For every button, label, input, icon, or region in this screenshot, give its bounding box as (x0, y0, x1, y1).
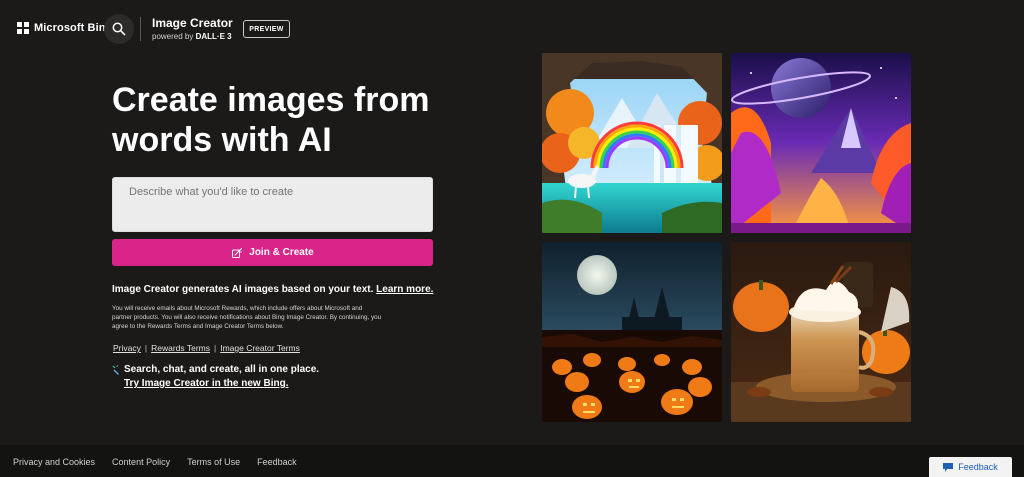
hero-title: Create images from words with AI (112, 81, 430, 159)
footer-feedback-link[interactable]: Feedback (257, 457, 297, 467)
feedback-chat-icon (943, 462, 954, 472)
gallery-image-alien-planet[interactable] (731, 53, 911, 233)
footer-content-policy-link[interactable]: Content Policy (112, 457, 170, 467)
magic-create-icon (232, 247, 243, 258)
join-create-button[interactable]: Join & Create (112, 239, 433, 266)
search-icon (112, 22, 126, 36)
header-divider (140, 17, 141, 41)
try-new-bing-link[interactable]: Try Image Creator in the new Bing. (124, 378, 288, 389)
footer-links: Privacy and Cookies Content Policy Terms… (13, 457, 297, 467)
page-footer: Privacy and Cookies Content Policy Terms… (0, 445, 1024, 477)
fine-print: You will receive emails about Microsoft … (112, 305, 382, 330)
powered-by-label: powered by DALL·E 3 (152, 32, 232, 41)
rewards-terms-link[interactable]: Rewards Terms (151, 343, 210, 353)
fantasy-waterfall-unicorn-image (542, 53, 722, 233)
gallery-image-halloween[interactable] (542, 242, 722, 422)
feedback-label: Feedback (958, 462, 998, 472)
footer-privacy-link[interactable]: Privacy and Cookies (13, 457, 95, 467)
powered-model: DALL·E 3 (195, 32, 232, 41)
info-line: Image Creator generates AI images based … (112, 284, 433, 295)
gallery-image-pumpkin-latte[interactable] (731, 242, 911, 422)
privacy-link[interactable]: Privacy (113, 343, 141, 353)
alien-planet-landscape-image (731, 53, 911, 233)
app-title[interactable]: Image Creator (152, 16, 233, 30)
top-header: Microsoft Bing Image Creator powered by … (0, 0, 1024, 60)
legal-separator: | (213, 343, 217, 353)
image-creator-terms-link[interactable]: Image Creator Terms (220, 343, 300, 353)
microsoft-bing-brand[interactable]: Microsoft Bing (17, 22, 112, 34)
legal-links: Privacy | Rewards Terms | Image Creator … (113, 343, 300, 353)
powered-prefix: powered by (152, 32, 194, 41)
promo-title: Search, chat, and create, all in one pla… (124, 364, 320, 375)
feedback-button[interactable]: Feedback (929, 457, 1012, 477)
prompt-input[interactable] (112, 177, 433, 232)
sparkle-icon (112, 365, 119, 375)
pumpkin-spice-latte-image (731, 242, 911, 422)
microsoft-logo-icon (17, 22, 29, 34)
preview-badge: PREVIEW (243, 20, 290, 38)
legal-separator: | (144, 343, 148, 353)
join-create-label: Join & Create (249, 247, 314, 258)
search-button[interactable] (104, 14, 134, 44)
footer-terms-link[interactable]: Terms of Use (187, 457, 240, 467)
info-text: Image Creator generates AI images based … (112, 284, 374, 295)
brand-name: Microsoft Bing (34, 22, 113, 34)
gallery-image-waterfall[interactable] (542, 53, 722, 233)
halloween-pumpkin-field-image (542, 242, 722, 422)
learn-more-link[interactable]: Learn more. (376, 284, 433, 295)
